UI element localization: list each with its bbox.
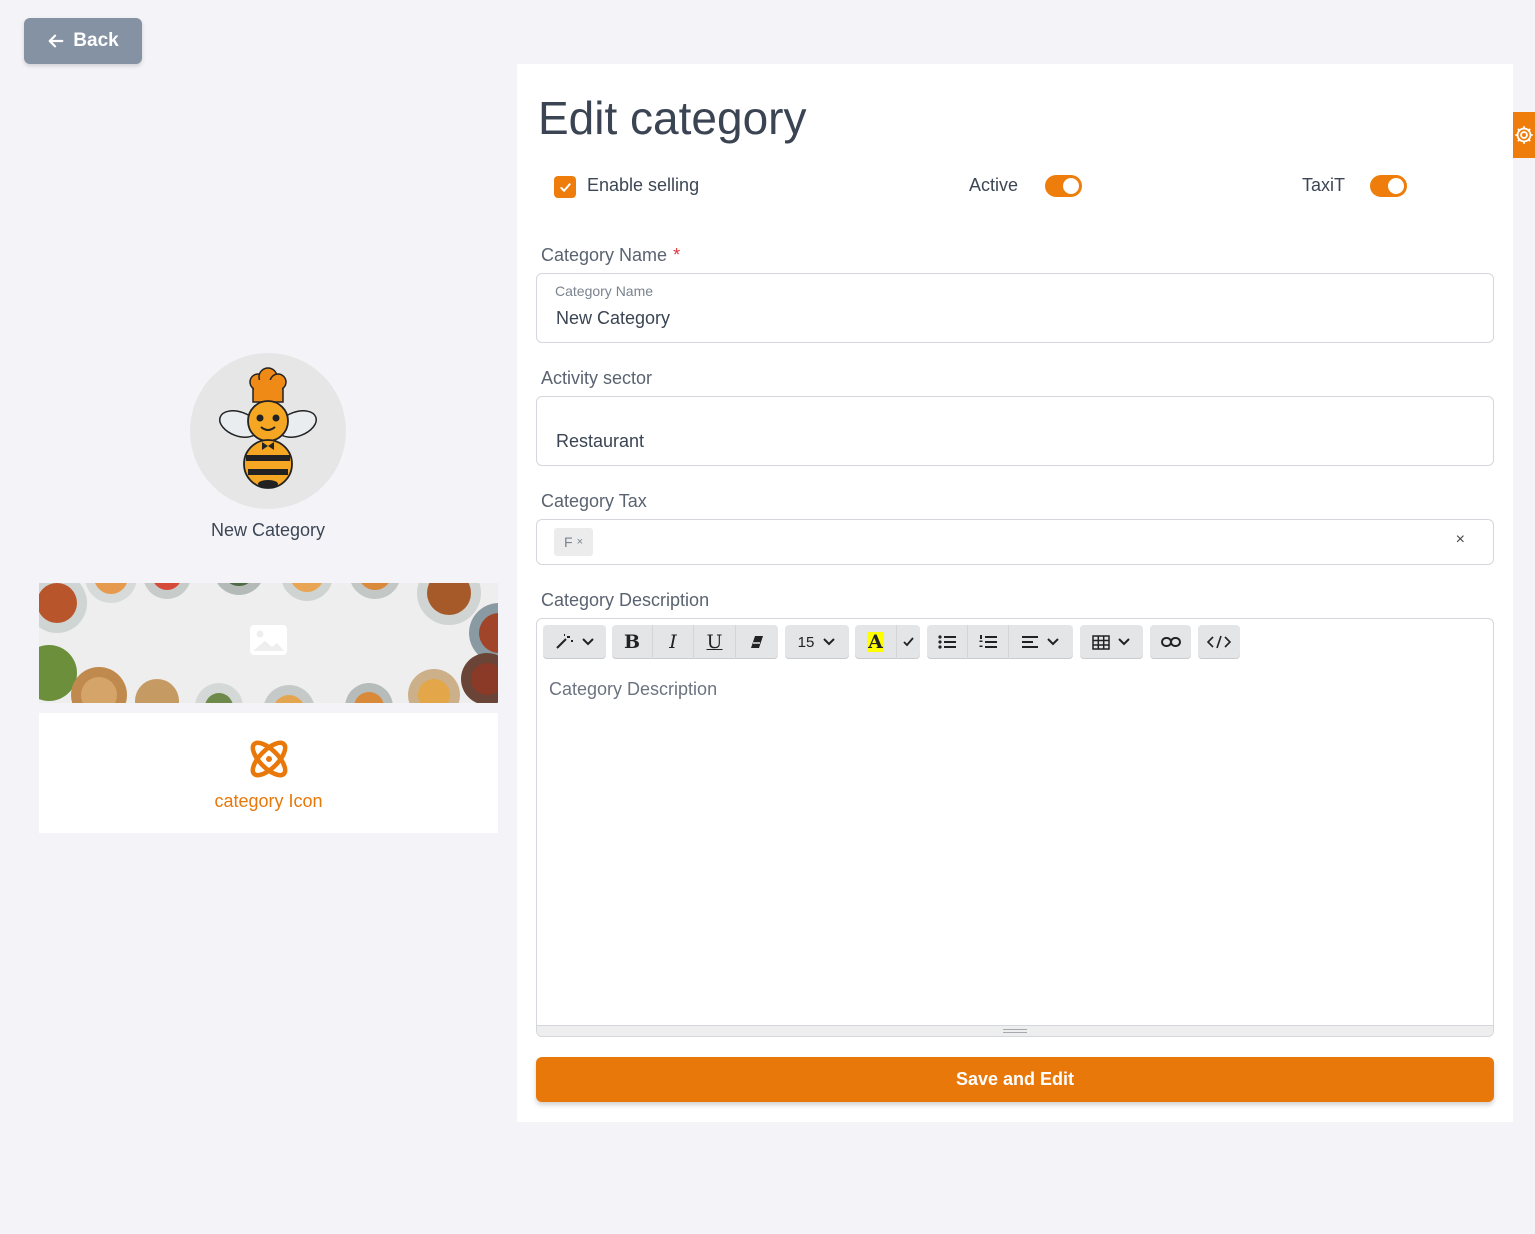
category-name-label: Category Name *	[541, 245, 681, 265]
rich-text-editor[interactable]: B I U 15 A Category Description	[536, 618, 1494, 1037]
category-icon-card[interactable]: category Icon	[39, 713, 498, 833]
bullet-list-button[interactable]	[927, 625, 968, 659]
category-preview-name: New Category	[210, 520, 326, 540]
bullet-list-icon	[938, 635, 956, 649]
italic-button[interactable]: I	[653, 625, 694, 659]
category-icon-label: category Icon	[214, 790, 323, 811]
food-banner-illustration	[39, 583, 498, 703]
check-icon	[559, 182, 571, 192]
category-tax-label: Category Tax	[541, 491, 647, 511]
link-button[interactable]	[1150, 625, 1191, 659]
toolbar-group-paragraph	[927, 625, 1073, 659]
table-icon	[1092, 634, 1110, 650]
page-title: Edit category	[538, 92, 807, 144]
underline-button[interactable]: U	[694, 625, 736, 659]
category-avatar[interactable]	[190, 353, 346, 509]
bold-button[interactable]: B	[612, 625, 653, 659]
toolbar-group-table	[1080, 625, 1143, 659]
activity-sector-label: Activity sector	[541, 368, 653, 388]
table-dropdown[interactable]	[1080, 625, 1143, 659]
active-label: Active	[969, 175, 1019, 195]
code-icon	[1207, 635, 1231, 649]
toolbar-group-code	[1198, 625, 1240, 659]
text-color-button[interactable]: A	[855, 625, 897, 659]
magic-wand-icon	[555, 634, 573, 649]
magic-style-dropdown[interactable]	[543, 625, 606, 659]
code-view-button[interactable]	[1198, 625, 1240, 659]
clear-format-button[interactable]	[736, 625, 778, 659]
atom-icon	[250, 740, 287, 777]
toolbar-group-color: A	[855, 625, 920, 659]
back-button-label: Back	[73, 30, 119, 51]
font-size-dropdown[interactable]: 15	[785, 625, 849, 659]
toolbar-group-link	[1150, 625, 1191, 659]
toolbar-group-style	[543, 625, 606, 659]
align-dropdown[interactable]	[1009, 625, 1073, 659]
editor-content-area[interactable]: Category Description	[549, 679, 717, 700]
edit-category-panel: Edit category Enable selling Active Taxi…	[517, 64, 1513, 1122]
toolbar-group-size: 15	[785, 625, 849, 659]
align-left-icon	[1022, 635, 1038, 648]
toolbar-group-font: B I U	[612, 625, 778, 659]
activity-sector-value[interactable]: Restaurant	[556, 431, 644, 452]
chevron-down-icon	[1047, 638, 1059, 646]
category-description-label: Category Description	[541, 590, 710, 610]
tax-chip: F ×	[554, 528, 593, 556]
editor-resize-bar[interactable]	[537, 1025, 1493, 1036]
tax-chip-label: F	[564, 534, 573, 550]
link-icon	[1160, 637, 1181, 647]
active-toggle[interactable]	[1045, 175, 1082, 197]
back-button[interactable]: Back	[24, 18, 142, 64]
category-tax-select[interactable]: F × ×	[536, 519, 1494, 565]
taxit-toggle[interactable]	[1370, 175, 1407, 197]
font-size-value: 15	[797, 633, 815, 651]
check-icon	[903, 637, 914, 647]
chevron-down-icon	[581, 638, 594, 646]
category-name-field[interactable]: Category Name New Category	[536, 273, 1494, 343]
highlight-a-icon: A	[867, 631, 884, 653]
gear-icon	[1515, 126, 1533, 144]
category-banner-image[interactable]	[39, 583, 498, 703]
color-dropdown-button[interactable]	[897, 625, 920, 659]
enable-selling-checkbox[interactable]	[554, 176, 576, 198]
chevron-down-icon	[823, 638, 836, 646]
clear-tax-icon[interactable]: ×	[1456, 531, 1465, 549]
bee-chef-logo	[219, 367, 317, 489]
numbered-list-icon	[979, 635, 997, 648]
category-name-floating-label: Category Name	[555, 283, 654, 299]
taxit-label: TaxiT	[1302, 175, 1346, 195]
eraser-icon	[751, 636, 763, 648]
enable-selling-label[interactable]: Enable selling	[587, 175, 699, 196]
numbered-list-button[interactable]	[968, 625, 1009, 659]
chevron-down-icon	[1118, 638, 1130, 646]
save-and-edit-button[interactable]: Save and Edit	[536, 1057, 1494, 1102]
category-name-value[interactable]: New Category	[556, 308, 670, 329]
resize-grip-icon	[1003, 1029, 1027, 1033]
tax-chip-remove-icon[interactable]: ×	[577, 536, 583, 548]
required-mark: *	[673, 245, 681, 265]
arrow-left-icon	[48, 34, 64, 48]
activity-sector-field[interactable]: Restaurant	[536, 396, 1494, 466]
